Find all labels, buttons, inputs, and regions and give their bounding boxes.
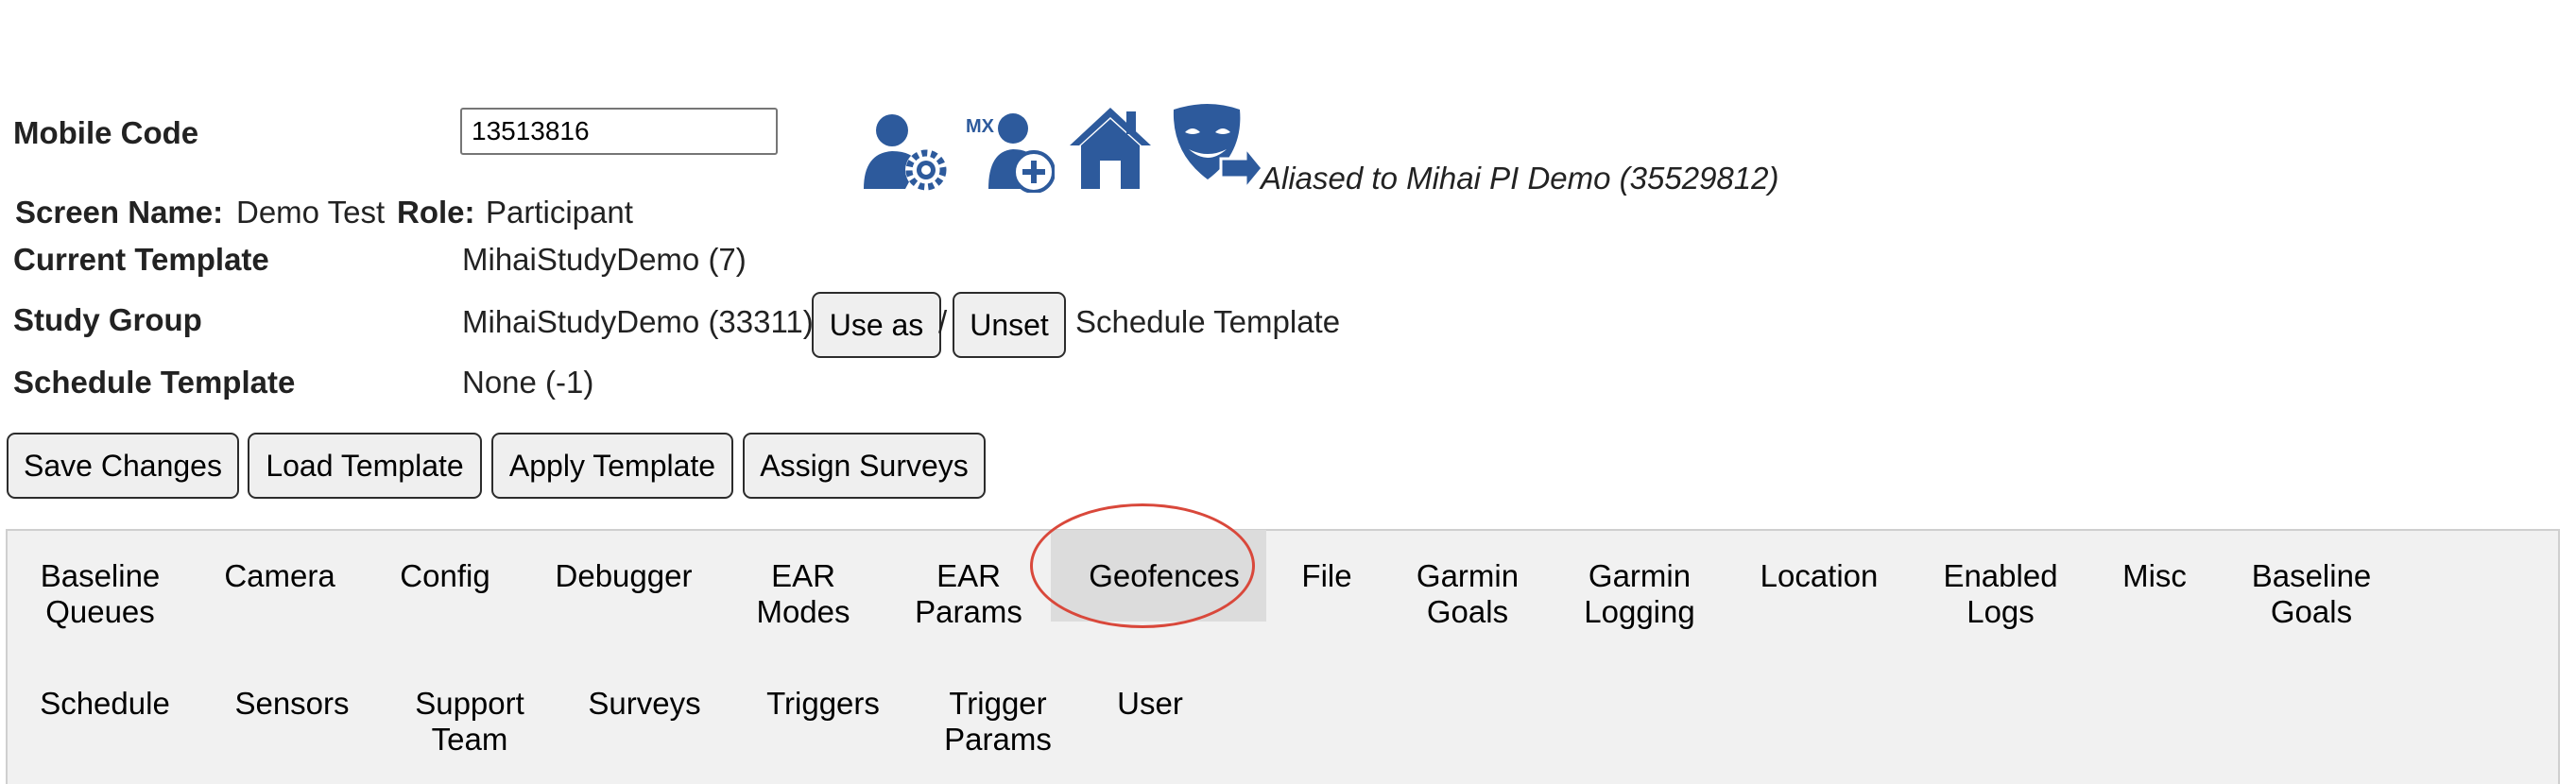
tab-triggers[interactable]: Triggers — [766, 686, 880, 722]
screen-name-label: Screen Name: — [15, 195, 224, 230]
alias-mask-icon[interactable] — [1168, 100, 1264, 194]
study-group-label: Study Group — [13, 302, 202, 337]
tab-ear-modes[interactable]: EAR Modes — [756, 558, 850, 630]
schedule-template-label: Schedule Template — [13, 365, 296, 400]
tab-garmin-logging[interactable]: Garmin Logging — [1584, 558, 1694, 630]
tab-surveys[interactable]: Surveys — [588, 686, 700, 722]
tab-trigger-params[interactable]: Trigger Params — [944, 686, 1052, 758]
screen-name-value: Demo Test — [236, 195, 386, 230]
mobile-code-input[interactable] — [460, 108, 778, 155]
tab-schedule[interactable]: Schedule — [40, 686, 170, 722]
schedule-template-value: None (-1) — [462, 365, 594, 400]
tab-baseline-queues[interactable]: Baseline Queues — [41, 558, 161, 630]
alias-text: Aliased to Mihai PI Demo (35529812) — [1261, 161, 1779, 196]
current-template-label: Current Template — [13, 242, 269, 277]
home-icon[interactable] — [1068, 104, 1153, 191]
schedule-template-suffix: Schedule Template — [1075, 304, 1341, 339]
tab-user[interactable]: User — [1117, 686, 1183, 722]
tab-camera[interactable]: Camera — [224, 558, 335, 594]
unset-button[interactable]: Unset — [953, 292, 1066, 358]
tab-sensors[interactable]: Sensors — [234, 686, 349, 722]
role-value: Participant — [486, 195, 633, 230]
current-template-value: MihaiStudyDemo (7) — [462, 242, 747, 277]
tab-enabled-logs[interactable]: Enabled Logs — [1943, 558, 2057, 630]
assign-surveys-button[interactable]: Assign Surveys — [743, 433, 986, 499]
mx-text: MX — [966, 116, 995, 137]
tab-debugger[interactable]: Debugger — [556, 558, 693, 594]
save-changes-button[interactable]: Save Changes — [7, 433, 239, 499]
tab-geofences[interactable]: Geofences — [1089, 558, 1240, 594]
tab-file[interactable]: File — [1301, 558, 1351, 594]
load-template-button[interactable]: Load Template — [248, 433, 482, 499]
tab-config[interactable]: Config — [400, 558, 489, 594]
apply-template-button[interactable]: Apply Template — [491, 433, 733, 499]
tab-ear-params[interactable]: EAR Params — [915, 558, 1022, 630]
tab-location[interactable]: Location — [1760, 558, 1879, 594]
slash-separator: / — [938, 304, 948, 339]
user-settings-icon[interactable] — [860, 106, 951, 193]
tab-misc[interactable]: Misc — [2122, 558, 2187, 594]
study-group-value: MihaiStudyDemo (33311) — [462, 304, 814, 339]
mobile-code-label: Mobile Code — [13, 115, 199, 150]
mx-add-user-icon[interactable]: MX — [964, 102, 1056, 194]
role-label: Role: — [397, 195, 475, 230]
tab-garmin-goals[interactable]: Garmin Goals — [1417, 558, 1519, 630]
tab-support-team[interactable]: Support Team — [415, 686, 524, 758]
tab-baseline-goals[interactable]: Baseline Goals — [2252, 558, 2372, 630]
use-as-button[interactable]: Use as — [812, 292, 941, 358]
